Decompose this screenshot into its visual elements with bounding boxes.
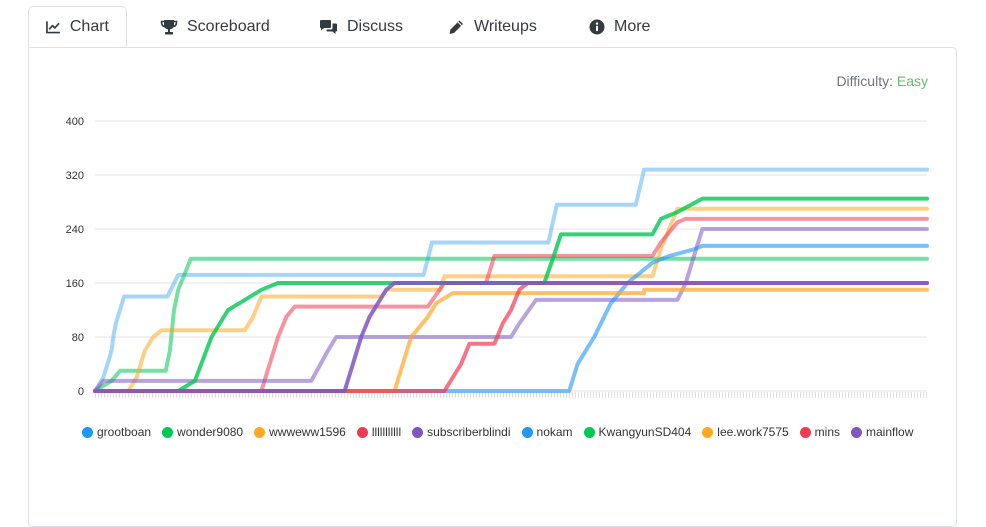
series-line-grootboan [93, 167, 929, 393]
series-line-nokam [93, 243, 929, 393]
legend-item[interactable]: KwangyunSD404 [583, 425, 692, 439]
legend-label: subscriberblindi [427, 425, 511, 439]
chart-legend: grootboan wonder9080 wwweww1596 lllllllllll… [82, 424, 924, 440]
legend-item[interactable]: wwweww1596 [254, 425, 346, 439]
legend-item[interactable]: lllllllllll [356, 425, 402, 439]
legend-swatch [162, 426, 174, 438]
legend-label: wonder9080 [177, 425, 244, 439]
legend-item[interactable]: grootboan [82, 425, 151, 439]
y-tick-label: 80 [72, 332, 84, 344]
legend-item[interactable]: lee.work7575 [702, 425, 789, 439]
y-tick-label: 160 [66, 278, 84, 290]
legend-item[interactable]: mainflow [851, 425, 913, 439]
chart-line-icon [46, 20, 60, 33]
legend-label: grootboan [97, 425, 152, 439]
legend-label: mainflow [866, 425, 914, 439]
legend-swatch [412, 426, 424, 438]
legend-swatch [254, 426, 266, 438]
legend-label: lee.work7575 [717, 425, 789, 439]
legend-swatch [702, 426, 714, 438]
y-tick-label: 400 [66, 116, 84, 128]
y-tick-label: 240 [66, 224, 84, 236]
legend-item[interactable]: nokam [521, 425, 573, 439]
series-line-wwweww1596 [93, 206, 929, 393]
legend-item[interactable]: subscriberblindi [412, 425, 511, 439]
legend-swatch [521, 426, 533, 438]
legend-swatch [799, 426, 811, 438]
legend-label: wwweww1596 [269, 425, 346, 439]
legend-swatch [82, 426, 93, 438]
legend-item[interactable]: wonder9080 [162, 425, 243, 439]
legend-item[interactable]: mins [799, 425, 841, 439]
legend-swatch [583, 426, 595, 438]
legend-swatch [851, 426, 863, 438]
y-tick-label: 0 [78, 386, 84, 398]
y-tick-label: 320 [66, 170, 84, 182]
legend-label: mins [814, 425, 841, 439]
legend-label: nokam [536, 425, 573, 439]
tab-label-chart: Chart [69, 17, 109, 35]
tab-chart[interactable]: Chart [28, 6, 127, 47]
legend-label: KwangyunSD404 [598, 425, 692, 439]
legend-swatch [356, 426, 368, 438]
legend-label: lllllllllll [371, 425, 402, 439]
